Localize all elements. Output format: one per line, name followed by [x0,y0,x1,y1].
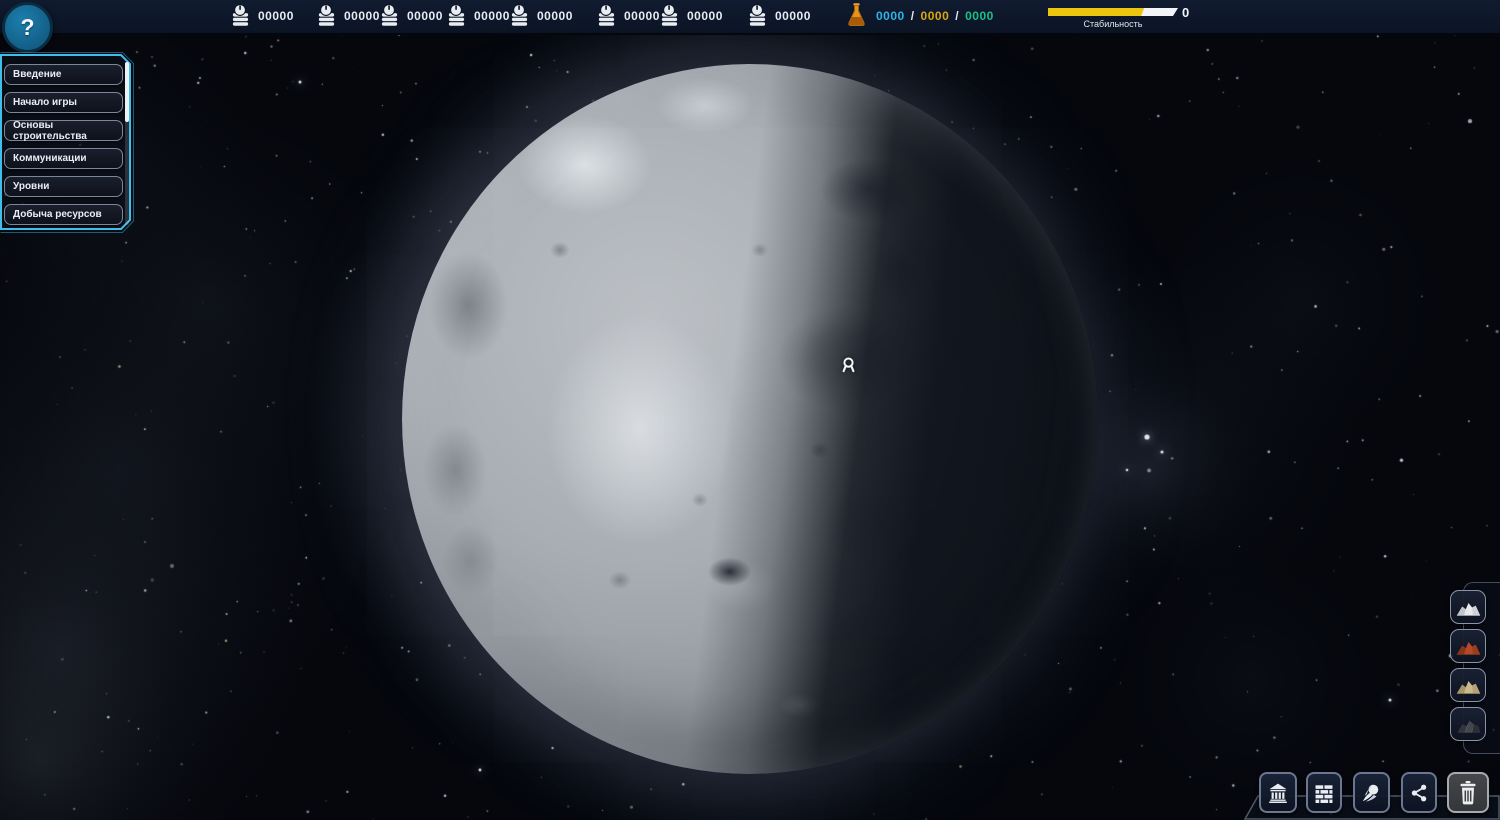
menu-item-label: Основы строительства [13,120,122,142]
science-counter: 0000 / 0000 / 0000 [845,2,994,29]
tutorial-menu-item-introduction[interactable]: Введение [4,64,123,85]
stability-label: Стабильность [1048,19,1178,29]
sand-mineral-pile-icon [1455,675,1482,696]
resource-counter: 00000 [316,4,380,28]
tutorial-menu-item-communications[interactable]: Коммуникации [4,148,123,169]
material-button-red-mineral[interactable] [1450,629,1486,663]
menu-item-label: Уровни [13,181,49,192]
brick-wall-icon [1314,780,1334,806]
coin-stack-gauge-icon [596,4,617,28]
menu-item-label: Начало игры [13,97,77,108]
meteor-button[interactable] [1353,772,1390,813]
share-button[interactable] [1401,772,1437,813]
material-button-white-mineral[interactable] [1450,590,1486,624]
resource-counter: 00000 [747,4,811,28]
resource-value: 00000 [775,9,811,23]
tutorial-scrollbar-thumb[interactable] [125,62,129,122]
stability-indicator: 0 Стабильность [1048,0,1198,33]
science-separator: / [911,9,915,23]
moon-planet[interactable] [402,64,1098,774]
coin-stack-gauge-icon [446,4,467,28]
red-mineral-pile-icon [1455,636,1482,657]
buildings-button[interactable] [1259,772,1297,813]
material-button-sand-mineral[interactable] [1450,668,1486,702]
resource-value: 00000 [687,9,723,23]
science-current-value: 0000 [876,9,905,23]
tutorial-menu-item-resource-mining[interactable]: Добыча ресурсов [4,204,123,225]
location-marker-icon[interactable] [840,356,857,375]
tutorial-menu-panel: Введение Начало игры Основы строительств… [0,52,138,236]
top-resource-bar: 00000 00000 00000 00000 [0,0,1500,35]
game-viewport[interactable]: 00000 00000 00000 00000 [0,0,1500,820]
coin-stack-gauge-icon [379,4,400,28]
tutorial-menu-item-game-start[interactable]: Начало игры [4,92,123,113]
stability-bar-fill [1048,8,1144,16]
construction-blocks-button[interactable] [1306,772,1342,813]
comet-icon [1361,779,1382,807]
resource-counter: 00000 [596,4,660,28]
resource-value: 00000 [344,9,380,23]
resource-counter: 00000 [446,4,510,28]
stability-bar [1048,8,1178,16]
science-flask-icon [845,2,868,29]
dark-ore-rocks-icon [1455,714,1482,735]
share-icon [1409,780,1429,806]
tutorial-menu-item-building-basics[interactable]: Основы строительства [4,120,123,141]
tutorial-scrollbar-track[interactable] [125,62,129,225]
resource-counter: 00000 [230,4,294,28]
demolish-button[interactable] [1447,772,1489,813]
science-max-value: 0000 [965,9,994,23]
trash-icon [1455,779,1481,806]
resource-counter: 00000 [509,4,573,28]
bank-icon [1267,779,1289,806]
menu-item-label: Добыча ресурсов [13,209,102,220]
material-button-dark-ore[interactable] [1450,707,1486,741]
white-mineral-pile-icon [1455,597,1482,618]
menu-item-label: Введение [13,69,61,80]
coin-stack-gauge-icon [509,4,530,28]
coin-stack-gauge-icon [316,4,337,28]
coin-stack-gauge-icon [230,4,251,28]
help-button-label: ? [20,14,34,41]
tutorial-menu-item-levels[interactable]: Уровни [4,176,123,197]
resource-value: 00000 [474,9,510,23]
resource-counter: 00000 [379,4,443,28]
resource-value: 00000 [258,9,294,23]
science-mid-value: 0000 [921,9,950,23]
menu-item-label: Коммуникации [13,153,87,164]
coin-stack-gauge-icon [747,4,768,28]
resource-value: 00000 [537,9,573,23]
science-separator: / [955,9,959,23]
resource-counter: 00000 [659,4,723,28]
resource-value: 00000 [407,9,443,23]
stability-value: 0 [1182,5,1189,20]
coin-stack-gauge-icon [659,4,680,28]
help-button[interactable]: ? [2,2,53,53]
resource-value: 00000 [624,9,660,23]
